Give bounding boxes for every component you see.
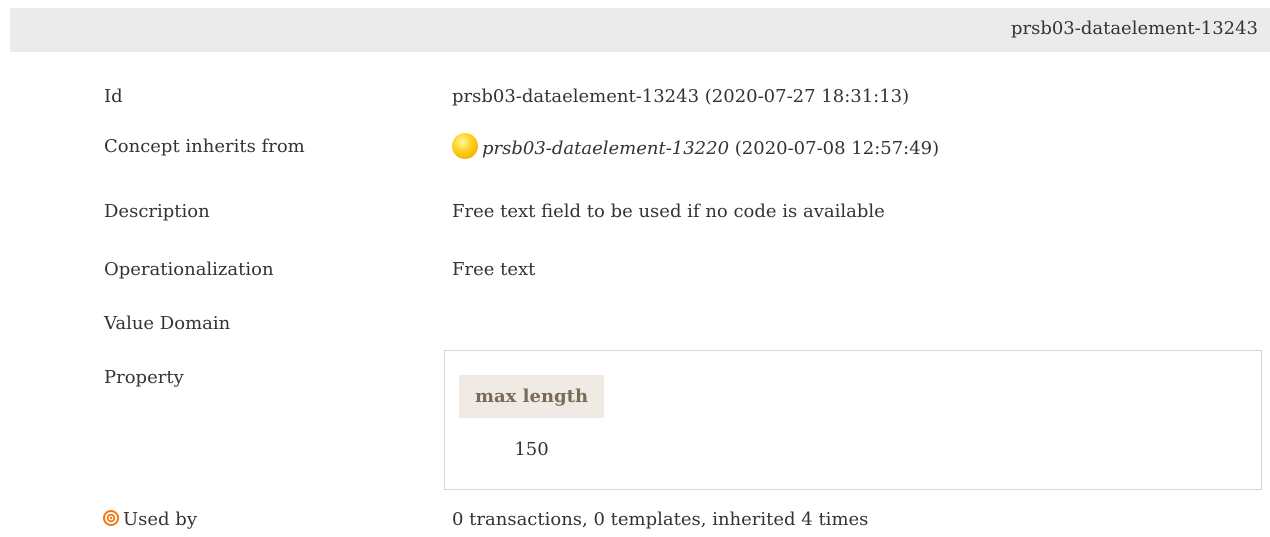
property-table: max length 150 [444,350,1262,490]
max-length-header: max length [459,375,604,418]
id-value: prsb03-dataelement-13243 (2020-07-27 18:… [452,86,910,107]
yellow-ball-icon [452,133,478,159]
value-domain-label: Value Domain [104,313,231,334]
property-label: Property [104,367,184,388]
used-by-value: 0 transactions, 0 templates, inherited 4… [452,509,869,530]
header-bar: prsb03-dataelement-13243 [10,8,1270,52]
used-by-label: Used by [123,509,197,530]
inherits-date: (2020-07-08 12:57:49) [729,138,940,159]
inherits-value: prsb03-dataelement-13220 (2020-07-08 12:… [452,133,939,159]
used-by-label-wrap: Used by [102,509,197,530]
inherits-label: Concept inherits from [104,136,305,157]
operationalization-value: Free text [452,259,536,280]
target-icon[interactable] [102,509,120,527]
description-label: Description [104,201,210,222]
description-value: Free text field to be used if no code is… [452,201,885,222]
page-title: prsb03-dataelement-13243 [1010,18,1258,39]
operationalization-label: Operationalization [104,259,274,280]
inherits-link[interactable]: prsb03-dataelement-13220 [482,138,729,159]
id-label: Id [104,86,123,107]
max-length-value: 150 [514,439,549,460]
